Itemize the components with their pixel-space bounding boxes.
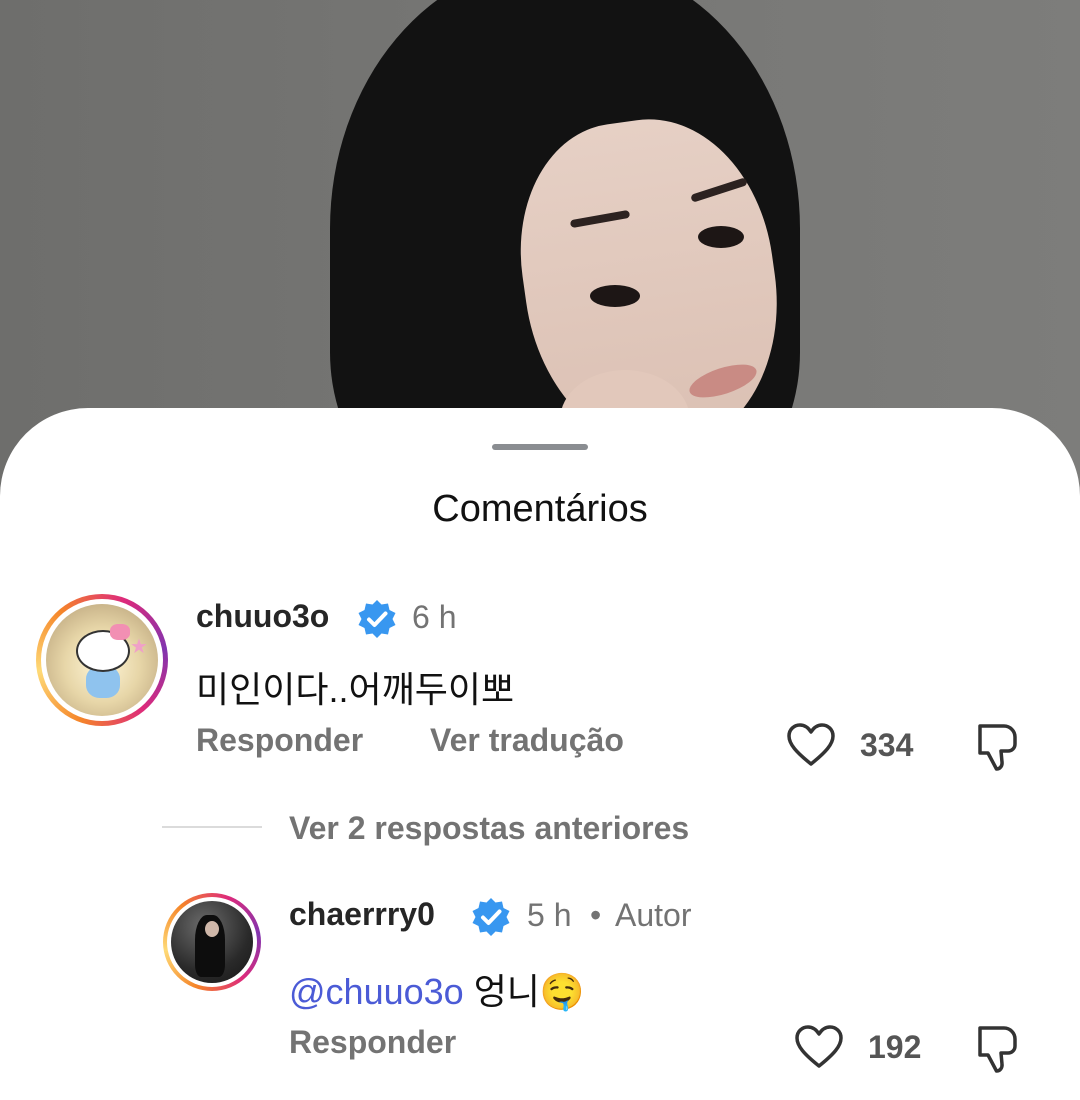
avatar[interactable]: ★: [36, 594, 168, 726]
reply-text: @chuuo3o 엉니🤤: [289, 963, 585, 1015]
photo-eye: [590, 285, 640, 307]
like-count: 334: [860, 727, 914, 763]
author-badge: Autor: [615, 897, 692, 933]
star-icon: ★: [130, 636, 148, 658]
thumbs-down-icon[interactable]: [974, 722, 1020, 774]
comment-text: 미인이다..어깨두이뽀: [196, 669, 515, 710]
mention-link[interactable]: @chuuo3o: [289, 971, 464, 1012]
comments-sheet: Comentários ★ chuuo3o 6 h 미인이다..어깨두이뽀 Re…: [0, 408, 1080, 1100]
thumbs-down-icon[interactable]: [974, 1024, 1020, 1076]
avatar-image: [171, 901, 253, 983]
verified-badge-icon: [472, 898, 510, 936]
comment-time: 6 h: [412, 599, 457, 635]
heart-icon[interactable]: [786, 722, 836, 768]
avatar[interactable]: [163, 893, 261, 991]
comment-username[interactable]: chuuo3o: [196, 598, 329, 635]
heart-icon[interactable]: [794, 1024, 844, 1070]
verified-badge-icon: [358, 600, 396, 638]
translate-button[interactable]: Ver tradução: [430, 722, 624, 759]
reply-username[interactable]: chaerrry0: [289, 896, 435, 933]
avatar-image: ★: [46, 604, 158, 716]
drag-handle[interactable]: [492, 444, 588, 450]
view-replies-button[interactable]: Ver 2 respostas anteriores: [289, 810, 689, 847]
photo-eye: [698, 226, 744, 248]
sheet-title: Comentários: [432, 488, 648, 530]
replies-divider: [162, 826, 262, 828]
reply-button[interactable]: Responder: [289, 1024, 456, 1061]
reply-button[interactable]: Responder: [196, 722, 363, 759]
reply-time: 5 h: [527, 897, 572, 933]
meta-separator: •: [590, 897, 602, 933]
reply-body: 엉니🤤: [463, 971, 585, 1012]
like-count: 192: [868, 1029, 922, 1065]
